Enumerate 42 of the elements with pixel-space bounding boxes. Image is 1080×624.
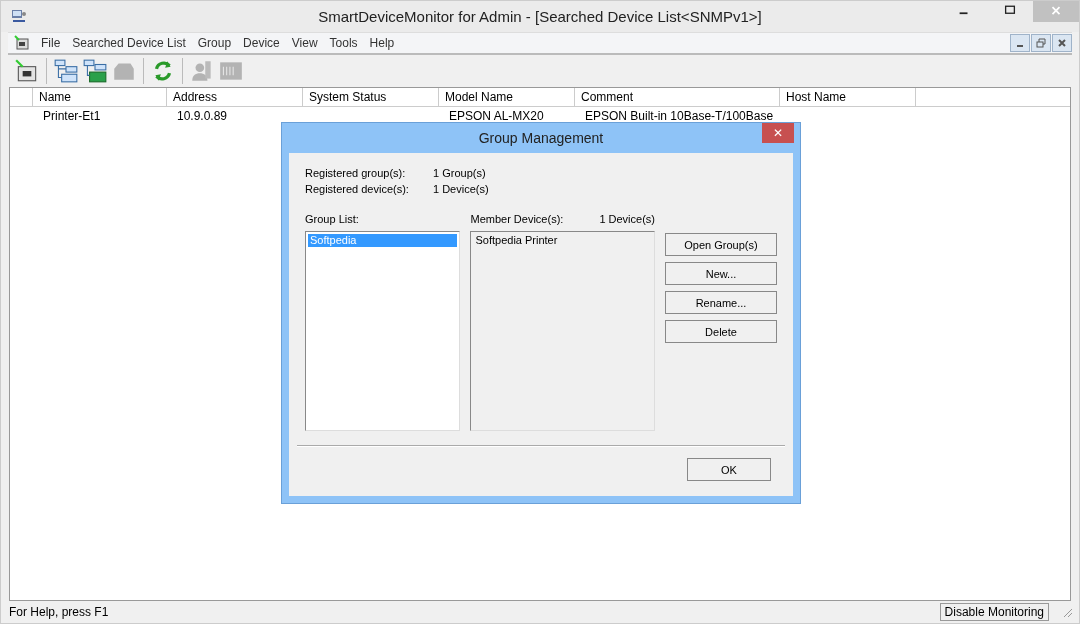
dialog-button[interactable]: Rename... (665, 291, 777, 314)
menu-item[interactable]: Tools (324, 36, 365, 50)
table-cell-text: Printer-Et1 (42, 108, 102, 125)
minimize-button[interactable] (1010, 34, 1030, 52)
restore-button[interactable] (1031, 34, 1051, 52)
status-text: For Help, press F1 (9, 605, 109, 619)
app-icon (11, 8, 27, 25)
info-value: 1 Device(s) (433, 183, 489, 197)
member-list-label: Member Device(s): (470, 213, 564, 227)
menu-item[interactable]: Help (364, 36, 402, 50)
menu-item[interactable]: Group (192, 36, 239, 50)
column-header[interactable]: Address (167, 88, 303, 106)
menu-item[interactable]: Device (238, 36, 287, 50)
info-label: Registered group(s): (305, 167, 407, 181)
menu-item[interactable]: Searched Device List (67, 36, 193, 50)
close-button[interactable] (1052, 34, 1072, 52)
column-header[interactable]: System Status (303, 88, 439, 106)
close-button[interactable]: ✕ (762, 123, 794, 143)
column-header[interactable]: Host Name (780, 88, 916, 106)
menu-item[interactable]: File (36, 36, 68, 50)
ok-button[interactable]: OK (687, 458, 771, 481)
info-label: Registered device(s): (305, 183, 410, 197)
dialog-button[interactable]: Open Group(s) (665, 233, 777, 256)
member-count: 1 Device(s) (599, 213, 655, 227)
list-item[interactable]: Softpedia Printer (473, 234, 652, 247)
table-cell-text: EPSON Built-in 10Base-T/100Base (584, 108, 774, 125)
status-panel: Disable Monitoring (939, 603, 1049, 621)
resize-grip-icon[interactable] (1061, 606, 1073, 618)
column-header[interactable]: Model Name (439, 88, 575, 106)
window-title: SmartDeviceMonitor for Admin - [Searched Device List<SNMPv1>] (317, 8, 763, 25)
group-list-label: Group List: (305, 213, 360, 227)
table-cell-text: 10.9.0.89 (176, 108, 229, 125)
table-cell-text: EPSON AL-MX20 (448, 108, 545, 125)
column-header[interactable]: Name (33, 88, 167, 106)
dialog-button[interactable]: Delete (665, 320, 777, 343)
menu-item[interactable]: View (286, 36, 325, 50)
tree-icon[interactable] (82, 58, 108, 84)
tree-icon[interactable] (53, 58, 79, 84)
dialog-title: Group Management (478, 130, 604, 146)
info-value: 1 Group(s) (433, 167, 486, 181)
column-header[interactable]: Comment (575, 88, 780, 106)
dialog-button[interactable]: New... (665, 262, 777, 285)
